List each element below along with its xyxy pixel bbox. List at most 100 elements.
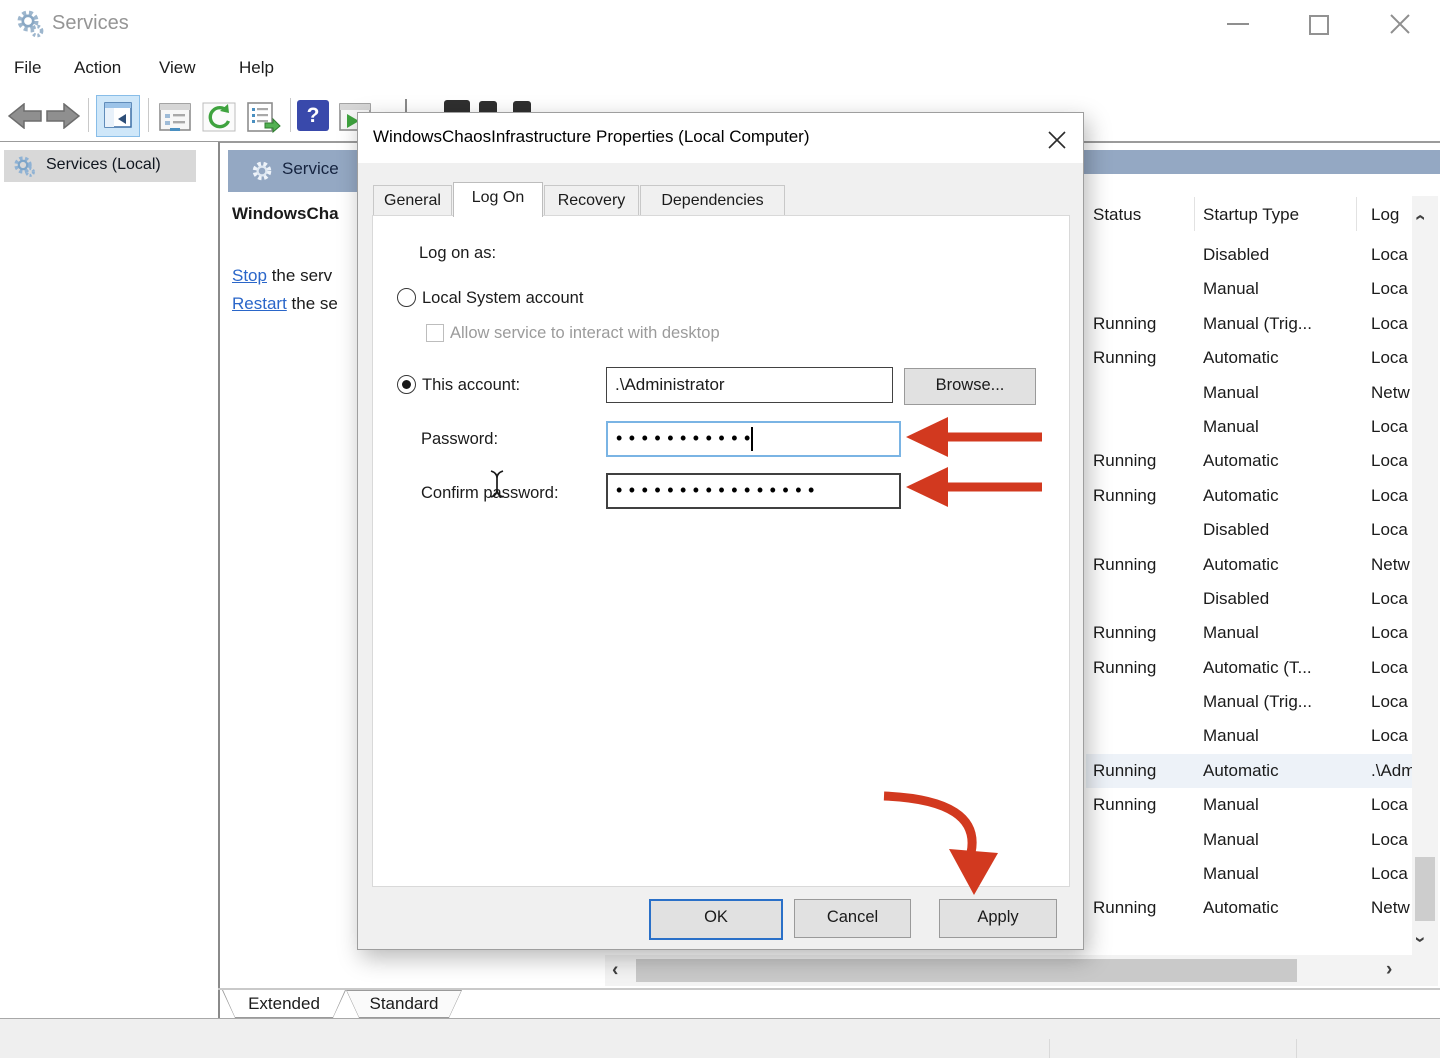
ok-button[interactable]: OK bbox=[649, 899, 783, 940]
service-row[interactable]: Running Manual Loca bbox=[1086, 788, 1412, 822]
service-row[interactable]: Manual Loca bbox=[1086, 272, 1412, 306]
service-row[interactable]: Manual Netw bbox=[1086, 376, 1412, 410]
export-list-icon[interactable] bbox=[245, 101, 281, 133]
vertical-scrollbar-thumb[interactable] bbox=[1415, 857, 1435, 921]
menu-view[interactable]: View bbox=[159, 58, 196, 78]
stop-link-rest: the serv bbox=[267, 266, 332, 285]
toolbar-separator bbox=[405, 99, 407, 112]
back-arrow-icon[interactable] bbox=[8, 103, 42, 129]
service-row[interactable]: Running Automatic Netw bbox=[1086, 548, 1412, 582]
vertical-scrollbar[interactable]: › › bbox=[1412, 196, 1438, 956]
column-divider[interactable] bbox=[1356, 197, 1357, 231]
show-console-tree-button[interactable] bbox=[96, 95, 140, 137]
service-row[interactable]: Manual Loca bbox=[1086, 857, 1412, 891]
column-header-status[interactable]: Status bbox=[1093, 205, 1141, 225]
service-row[interactable]: Running Manual (Trig... Loca bbox=[1086, 307, 1412, 341]
refresh-icon[interactable] bbox=[201, 101, 237, 133]
services-gears-icon bbox=[14, 8, 46, 40]
toolbar-separator bbox=[290, 98, 291, 132]
cell-startup-type: Manual bbox=[1203, 279, 1365, 299]
apply-button[interactable]: Apply bbox=[939, 899, 1057, 938]
cell-startup-type: Manual bbox=[1203, 417, 1365, 437]
interact-desktop-checkbox[interactable] bbox=[426, 324, 444, 342]
sidebar-item-label: Services (Local) bbox=[46, 156, 161, 174]
service-row[interactable]: Running Automatic Loca bbox=[1086, 479, 1412, 513]
services-list: Disabled Loca Manual Loca Running Manual… bbox=[1086, 238, 1412, 926]
browse-button[interactable]: Browse... bbox=[904, 368, 1036, 405]
scroll-left-icon[interactable]: › bbox=[612, 961, 618, 980]
title-bar: Services bbox=[0, 0, 1440, 48]
cell-status: Running bbox=[1093, 658, 1193, 678]
pause-service-icon[interactable] bbox=[479, 101, 497, 112]
log-on-as-label: Log on as: bbox=[419, 244, 496, 263]
service-row[interactable]: Running Automatic .\Adm bbox=[1086, 754, 1412, 788]
service-row[interactable]: Disabled Loca bbox=[1086, 513, 1412, 547]
service-row[interactable]: Disabled Loca bbox=[1086, 582, 1412, 616]
log-on-tab-page bbox=[372, 215, 1070, 887]
help-icon[interactable]: ? bbox=[297, 100, 329, 131]
account-input[interactable]: .\Administrator bbox=[606, 367, 893, 403]
horizontal-scrollbar[interactable]: › › bbox=[605, 955, 1438, 986]
scroll-up-icon[interactable]: › bbox=[1411, 214, 1430, 220]
cell-log-on-as: Loca bbox=[1371, 864, 1412, 884]
this-account-radio[interactable] bbox=[397, 375, 416, 394]
tab-log-on[interactable]: Log On bbox=[453, 182, 543, 217]
tab-general[interactable]: General bbox=[373, 185, 452, 217]
services-window: Services File Action View Help bbox=[0, 0, 1440, 1058]
tab-extended[interactable]: Extended bbox=[222, 990, 346, 1018]
dialog-close-icon[interactable] bbox=[1047, 130, 1067, 150]
status-strip-divider bbox=[1296, 1039, 1297, 1058]
cell-log-on-as: Loca bbox=[1371, 486, 1412, 506]
column-divider[interactable] bbox=[1194, 197, 1195, 231]
cancel-button[interactable]: Cancel bbox=[794, 899, 911, 938]
this-account-label: This account: bbox=[422, 376, 520, 395]
cell-log-on-as: Loca bbox=[1371, 589, 1412, 609]
restart-service-icon[interactable] bbox=[513, 101, 531, 112]
minimize-button[interactable] bbox=[1227, 23, 1249, 25]
stop-service-icon[interactable] bbox=[444, 100, 470, 112]
password-input[interactable]: ••••••••••• bbox=[606, 421, 901, 457]
cell-startup-type: Automatic bbox=[1203, 451, 1365, 471]
stop-link[interactable]: Stop bbox=[232, 266, 267, 285]
service-row[interactable]: Running Automatic Loca bbox=[1086, 341, 1412, 375]
cell-startup-type: Disabled bbox=[1203, 520, 1365, 540]
cell-startup-type: Manual bbox=[1203, 623, 1365, 643]
close-button[interactable] bbox=[1388, 12, 1412, 36]
local-system-radio[interactable] bbox=[397, 288, 416, 307]
cell-log-on-as: .\Adm bbox=[1371, 761, 1412, 781]
tab-recovery[interactable]: Recovery bbox=[544, 185, 639, 217]
menu-bar: File Action View Help bbox=[0, 48, 1440, 90]
tab-dependencies[interactable]: Dependencies bbox=[640, 185, 785, 217]
confirm-password-input[interactable]: •••••••••••••••• bbox=[606, 473, 901, 509]
service-row[interactable]: Manual Loca bbox=[1086, 410, 1412, 444]
maximize-button[interactable] bbox=[1309, 15, 1329, 35]
service-row[interactable]: Disabled Loca bbox=[1086, 238, 1412, 272]
menu-help[interactable]: Help bbox=[239, 58, 274, 78]
restart-link[interactable]: Restart bbox=[232, 294, 287, 313]
column-header-log-on-as[interactable]: Log bbox=[1371, 205, 1399, 225]
cell-log-on-as: Loca bbox=[1371, 348, 1412, 368]
service-row[interactable]: Manual Loca bbox=[1086, 823, 1412, 857]
cell-status: Running bbox=[1093, 486, 1193, 506]
tab-standard[interactable]: Standard bbox=[346, 990, 462, 1018]
service-row[interactable]: Manual (Trig... Loca bbox=[1086, 685, 1412, 719]
scroll-right-icon[interactable]: › bbox=[1386, 960, 1392, 979]
service-row[interactable]: Running Automatic (T... Loca bbox=[1086, 651, 1412, 685]
menu-file[interactable]: File bbox=[14, 58, 41, 78]
cell-log-on-as: Loca bbox=[1371, 245, 1412, 265]
horizontal-scrollbar-thumb[interactable] bbox=[636, 959, 1297, 982]
forward-arrow-icon[interactable] bbox=[46, 103, 80, 129]
cell-status: Running bbox=[1093, 348, 1193, 368]
cell-startup-type: Automatic bbox=[1203, 761, 1365, 781]
service-row[interactable]: Running Automatic Netw bbox=[1086, 891, 1412, 925]
scroll-down-icon[interactable]: › bbox=[1411, 936, 1430, 942]
cell-startup-type: Manual (Trig... bbox=[1203, 692, 1365, 712]
service-row[interactable]: Manual Loca bbox=[1086, 719, 1412, 753]
column-header-startup-type[interactable]: Startup Type bbox=[1203, 205, 1299, 225]
menu-action[interactable]: Action bbox=[74, 58, 121, 78]
restart-service-line: Restart the se bbox=[232, 294, 358, 314]
sidebar-item-services-local[interactable]: Services (Local) bbox=[4, 150, 196, 182]
properties-icon[interactable] bbox=[158, 102, 194, 132]
service-row[interactable]: Running Automatic Loca bbox=[1086, 444, 1412, 478]
service-row[interactable]: Running Manual Loca bbox=[1086, 616, 1412, 650]
